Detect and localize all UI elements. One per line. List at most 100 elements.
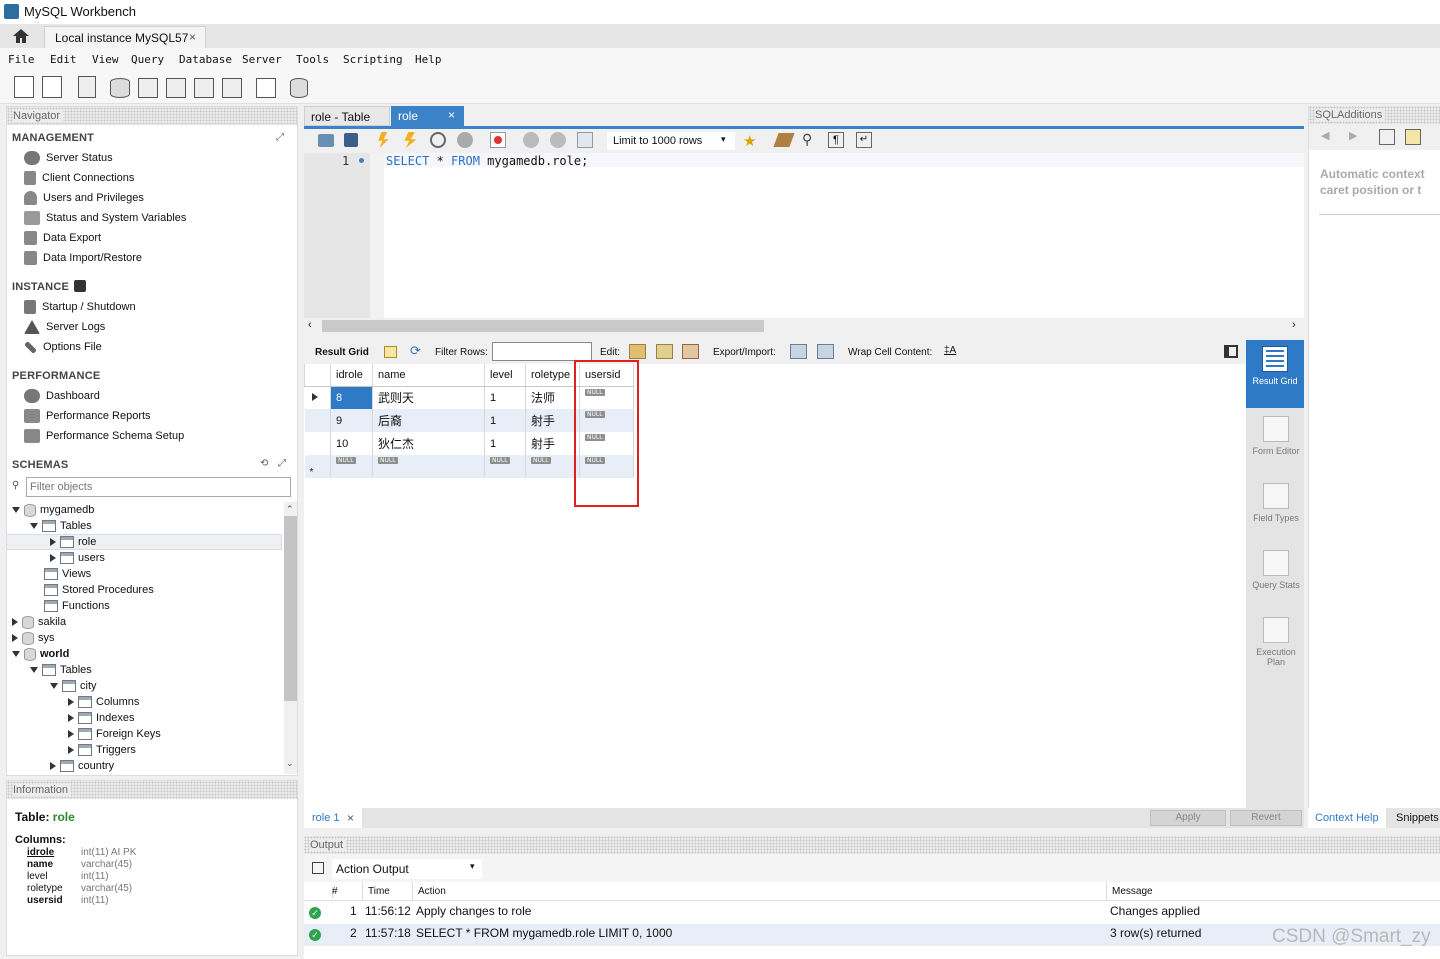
connection-tab[interactable]: Local instance MySQL57 × [44, 26, 206, 48]
tree-node-city[interactable]: city [50, 678, 97, 694]
sql-editor[interactable]: 1 SELECT * FROM mygamedb.role; [304, 153, 1304, 318]
create-view-icon[interactable] [166, 78, 186, 98]
nav-server-status[interactable]: Server Status [24, 149, 113, 167]
view-form-editor-button[interactable]: Form Editor [1247, 416, 1305, 456]
nav-performance-schema-setup[interactable]: Performance Schema Setup [24, 427, 184, 445]
wrap-cell-icon[interactable]: ‡A [944, 345, 956, 356]
autocommit-icon[interactable] [577, 132, 593, 148]
tree-node-stored-procedures[interactable]: Stored Procedures [44, 582, 154, 598]
chevron-down-icon[interactable]: ▾ [470, 861, 475, 872]
table-cell[interactable]: 后裔 [372, 409, 485, 432]
view-execution-plan-button[interactable]: Execution Plan [1247, 617, 1305, 667]
toggle-error-icon[interactable] [490, 132, 506, 148]
search-table-data-icon[interactable] [256, 78, 276, 98]
table-cell[interactable]: 8 [330, 386, 373, 409]
table-row[interactable]: ✓ 1 11:56:12 Apply changes to role Chang… [304, 902, 1440, 924]
nav-performance-reports[interactable]: Performance Reports [24, 407, 151, 425]
copy-icon[interactable] [312, 862, 324, 874]
nav-status-variables[interactable]: Status and System Variables [24, 209, 186, 227]
nav-server-logs[interactable]: Server Logs [24, 318, 105, 336]
editor-tab-role[interactable]: role × [391, 106, 464, 126]
scrollbar-thumb[interactable] [284, 516, 297, 701]
chevron-left-icon[interactable]: ‹ [308, 319, 312, 331]
row-selector[interactable] [304, 409, 331, 432]
tree-node-world[interactable]: world [12, 646, 69, 662]
table-cell[interactable]: 射手 [525, 409, 580, 432]
home-icon[interactable] [12, 28, 30, 44]
view-query-stats-button[interactable]: Query Stats [1247, 550, 1305, 590]
expand-icon[interactable]: ⤢ [276, 132, 284, 143]
create-table-icon[interactable] [138, 78, 158, 98]
tree-scrollbar[interactable]: ⌃ ⌄ [284, 502, 297, 774]
table-cell[interactable]: NULL [372, 455, 485, 478]
editor-tab-role-table[interactable]: role - Table [304, 106, 390, 126]
tree-node-sakila[interactable]: sakila [12, 614, 66, 630]
nav-users-privileges[interactable]: Users and Privileges [24, 189, 144, 207]
rollback-icon[interactable] [550, 132, 566, 148]
menu-edit[interactable]: Edit [50, 53, 77, 66]
table-cell[interactable]: 狄仁杰 [372, 432, 485, 455]
export-icon[interactable] [790, 344, 807, 359]
tree-node-columns[interactable]: Columns [68, 694, 139, 710]
scrollbar-thumb[interactable] [322, 320, 764, 332]
manual-help-icon[interactable] [1379, 129, 1395, 145]
wrap-lines-icon[interactable]: ↵ [856, 132, 872, 148]
nav-dashboard[interactable]: Dashboard [24, 387, 100, 405]
tree-node-role[interactable]: role [50, 534, 96, 550]
view-result-grid-button[interactable]: Result Grid [1246, 340, 1304, 408]
insert-row-icon[interactable] [656, 344, 673, 359]
create-function-icon[interactable] [222, 78, 242, 98]
table-cell[interactable]: 9 [330, 409, 373, 432]
auto-help-icon[interactable] [1405, 129, 1421, 145]
tree-node-sys[interactable]: sys [12, 630, 55, 646]
reconnect-icon[interactable] [290, 78, 308, 98]
forward-icon[interactable]: ▶ [1349, 129, 1357, 142]
limit-rows-select[interactable]: Limit to 1000 rows ▾ [606, 131, 736, 151]
execute-current-icon[interactable] [404, 132, 417, 148]
find-icon[interactable]: ⚲ [802, 131, 812, 148]
tree-node-users[interactable]: users [50, 550, 105, 566]
menu-server[interactable]: Server [242, 53, 282, 66]
row-selector[interactable] [304, 386, 331, 409]
close-icon[interactable]: × [347, 811, 354, 825]
output-type-select[interactable]: Action Output ▾ [332, 859, 482, 879]
table-cell[interactable]: 10 [330, 432, 373, 455]
explain-icon[interactable] [430, 132, 446, 148]
inspector-icon[interactable] [78, 76, 96, 98]
close-icon[interactable]: × [448, 108, 455, 122]
tree-node-tables[interactable]: Tables [30, 518, 92, 534]
close-icon[interactable]: × [189, 30, 196, 44]
refresh-icon[interactable]: ⟳ [410, 343, 421, 359]
create-procedure-icon[interactable] [194, 78, 214, 98]
save-icon[interactable] [344, 133, 358, 147]
menu-tools[interactable]: Tools [296, 53, 329, 66]
table-cell[interactable]: 法师 [525, 386, 580, 409]
column-header[interactable]: name [372, 364, 485, 387]
folder-open-icon[interactable] [318, 134, 334, 147]
tree-node-views[interactable]: Views [44, 566, 91, 582]
stop-icon[interactable] [457, 132, 473, 148]
tree-node-world-tables[interactable]: Tables [30, 662, 92, 678]
table-cell[interactable]: 1 [484, 386, 526, 409]
commit-icon[interactable] [523, 132, 539, 148]
view-field-types-button[interactable]: Field Types [1247, 483, 1305, 523]
menu-query[interactable]: Query [131, 53, 164, 66]
menu-scripting[interactable]: Scripting [343, 53, 403, 66]
tree-node-indexes[interactable]: Indexes [68, 710, 135, 726]
edit-row-icon[interactable] [629, 344, 646, 359]
brush-icon[interactable] [773, 133, 795, 147]
invisible-chars-icon[interactable]: ¶ [828, 132, 844, 148]
menu-view[interactable]: View [92, 53, 119, 66]
filter-rows-input[interactable] [492, 342, 592, 361]
nav-data-import[interactable]: Data Import/Restore [24, 249, 142, 267]
chevron-down-icon[interactable]: ⌄ [286, 758, 294, 769]
tree-node-country[interactable]: country [50, 758, 114, 774]
table-cell[interactable]: 武则天 [372, 386, 485, 409]
delete-row-icon[interactable] [682, 344, 699, 359]
table-cell[interactable]: NULL [330, 455, 373, 478]
table-row[interactable]: ✓ 2 11:57:18 SELECT * FROM mygamedb.role… [304, 924, 1440, 946]
tree-node-foreign-keys[interactable]: Foreign Keys [68, 726, 161, 742]
tab-snippets[interactable]: Snippets [1396, 812, 1439, 824]
refresh-schemas-icon[interactable]: ⟲ [260, 458, 268, 469]
result-tab-role1[interactable]: role 1 × [304, 808, 362, 828]
